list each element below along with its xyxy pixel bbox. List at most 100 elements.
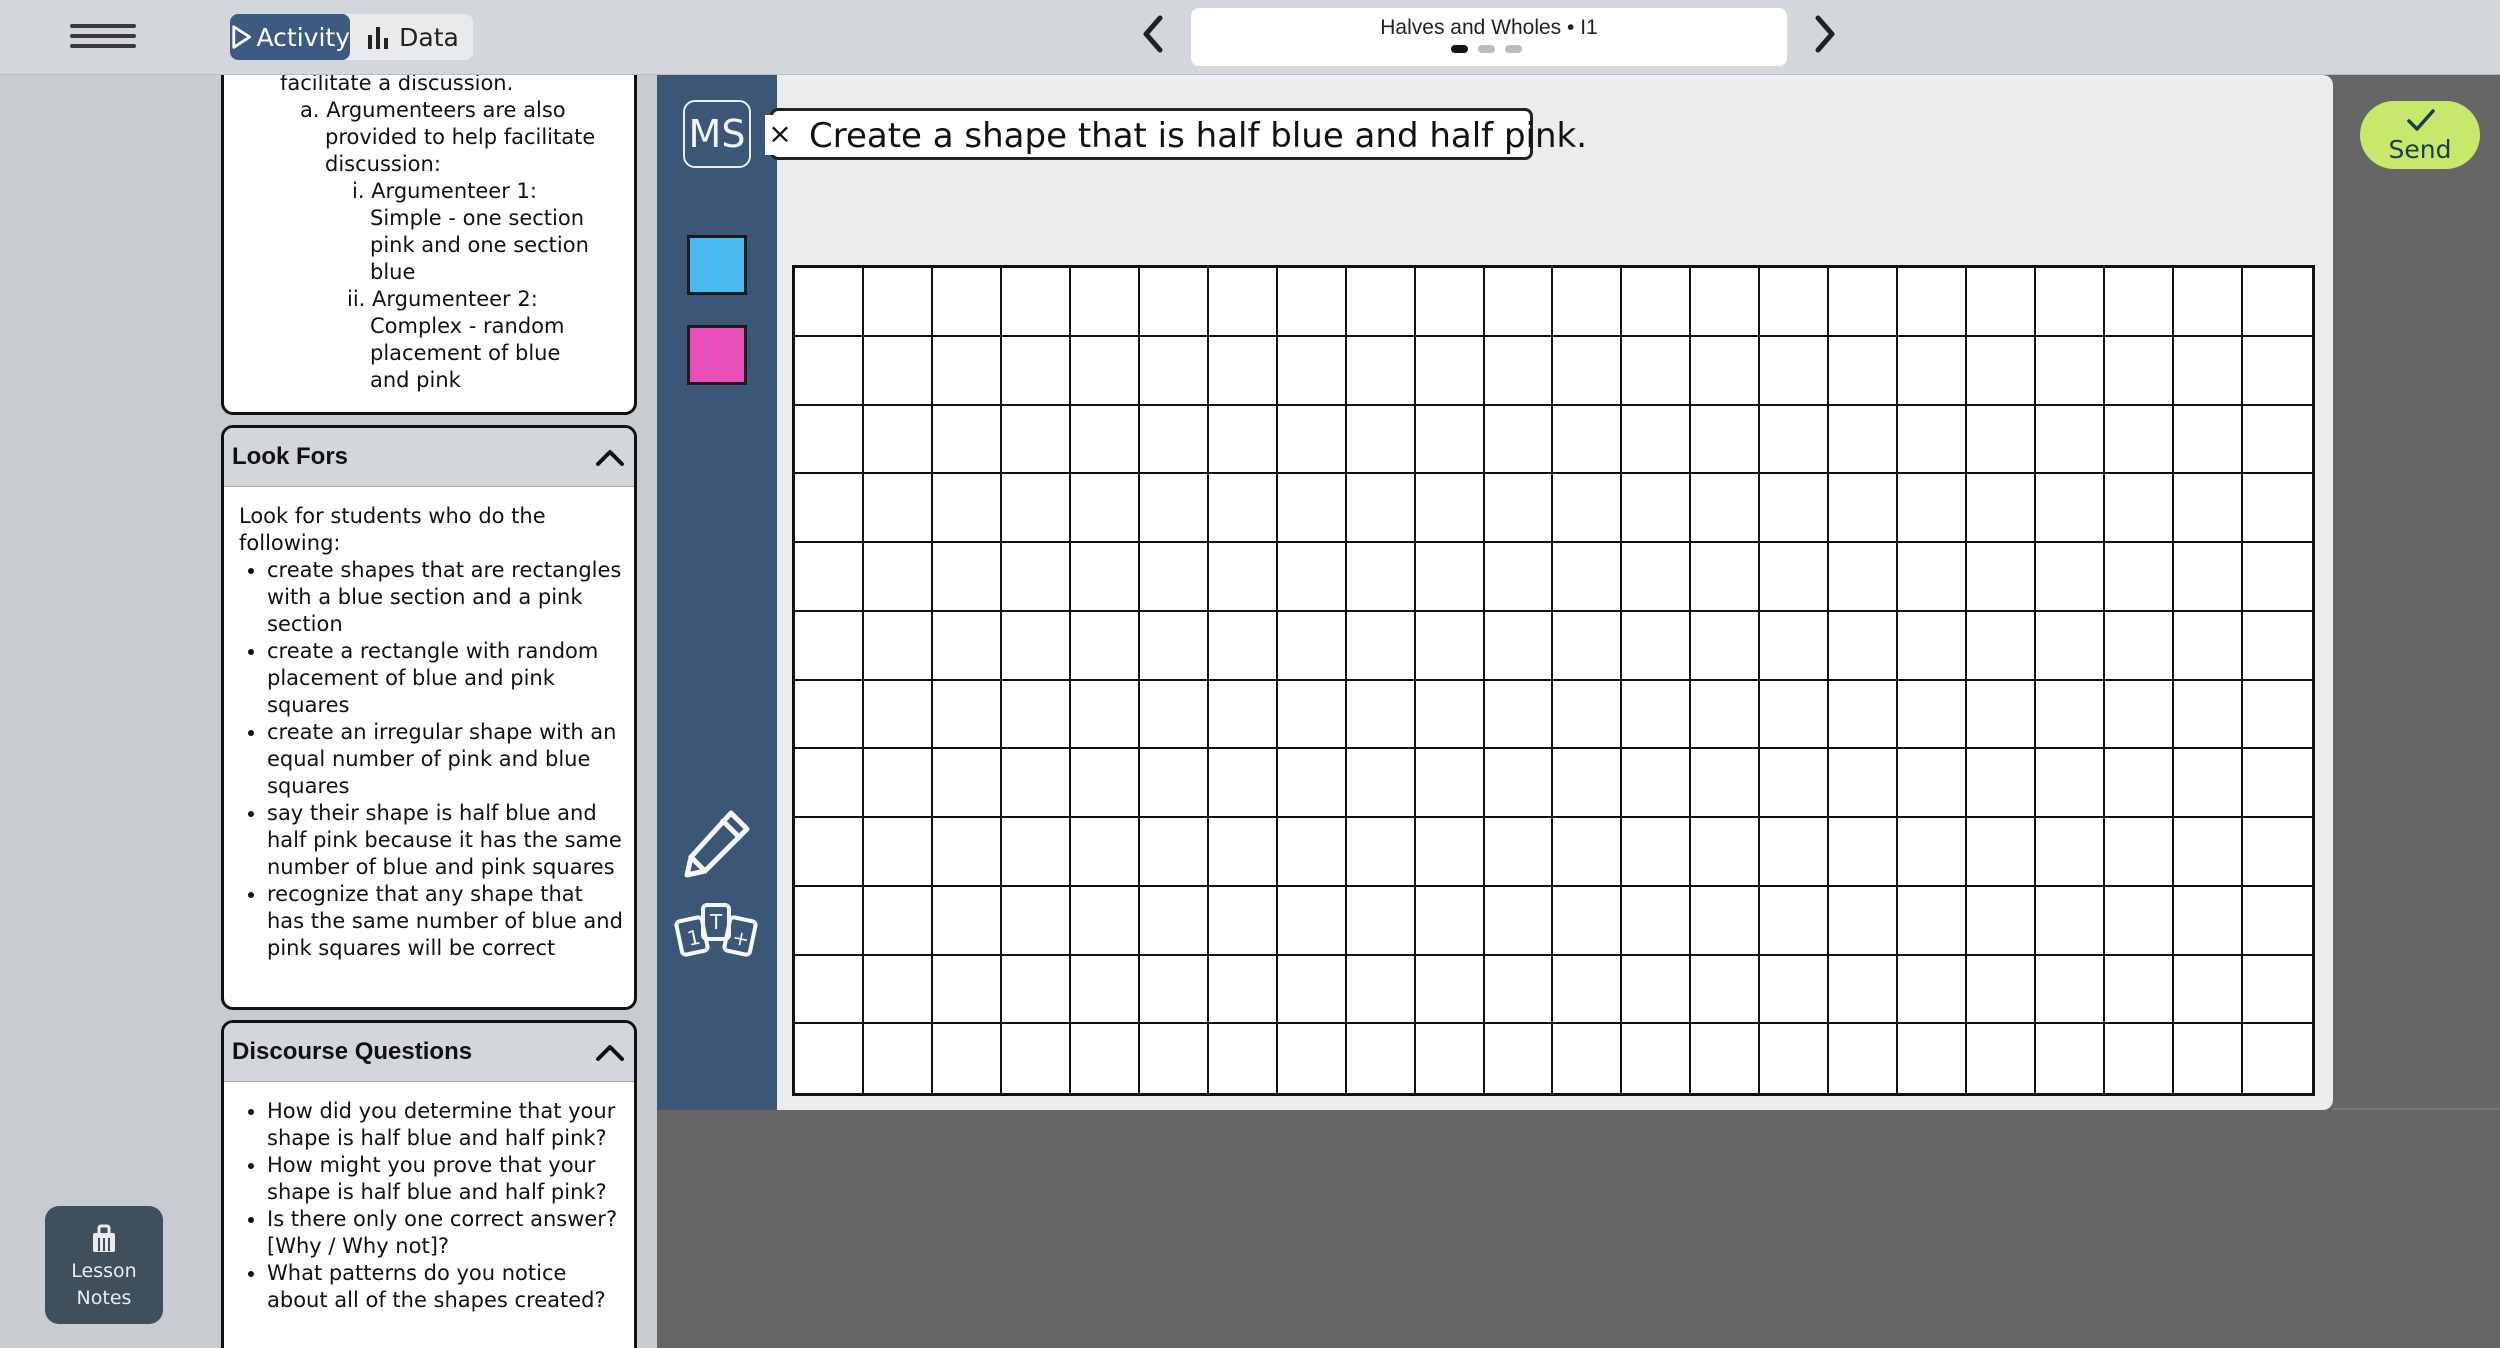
grid-cell[interactable]: [1001, 474, 1071, 543]
grid-cell[interactable]: [1070, 336, 1140, 406]
grid-cell[interactable]: [2243, 543, 2312, 612]
grid-cell[interactable]: [2174, 955, 2244, 1025]
grid-cell[interactable]: [1898, 474, 1968, 543]
grid-cell[interactable]: [1346, 886, 1416, 956]
grid-cell[interactable]: [1139, 268, 1209, 337]
grid-cell[interactable]: [1484, 336, 1554, 406]
grid-cell[interactable]: [1208, 680, 1278, 750]
grid-cell[interactable]: [1415, 886, 1485, 956]
grid-cell[interactable]: [1553, 1024, 1623, 1093]
grid-cell[interactable]: [2036, 336, 2106, 406]
pencil-icon[interactable]: [679, 805, 755, 881]
pager-dot[interactable]: [1478, 45, 1495, 53]
grid-cell[interactable]: [1829, 1024, 1899, 1093]
pager-dot[interactable]: [1451, 45, 1468, 53]
grid-cell[interactable]: [1070, 543, 1140, 612]
tab-data[interactable]: Data: [354, 14, 470, 60]
grid-cell[interactable]: [1760, 611, 1830, 681]
grid-cell[interactable]: [1898, 818, 1968, 887]
grid-cell[interactable]: [1415, 611, 1485, 681]
grid-cell[interactable]: [2243, 956, 2312, 1025]
grid-cell[interactable]: [1691, 268, 1761, 337]
grid-cell[interactable]: [795, 405, 864, 475]
grid-cell[interactable]: [2036, 543, 2106, 612]
grid-cell[interactable]: [1277, 749, 1347, 818]
grid-cell[interactable]: [1485, 1024, 1554, 1093]
grid-cell[interactable]: [2036, 955, 2106, 1025]
grid-cell[interactable]: [1070, 268, 1140, 337]
grid-cell[interactable]: [932, 680, 1002, 750]
grid-cell[interactable]: [1001, 955, 1071, 1025]
grid-cell[interactable]: [863, 749, 933, 818]
grid-cell[interactable]: [1347, 1024, 1416, 1093]
grid-cell[interactable]: [932, 749, 1002, 818]
grid-cell[interactable]: [1967, 1024, 2037, 1093]
grid-cell[interactable]: [1553, 818, 1623, 887]
grid-cell[interactable]: [1898, 886, 1968, 956]
grid-cell[interactable]: [795, 336, 864, 406]
grid-cell[interactable]: [1070, 749, 1140, 818]
grid-cell[interactable]: [1553, 886, 1623, 956]
grid-cell[interactable]: [932, 611, 1002, 681]
grid-cell[interactable]: [932, 336, 1002, 406]
grid-cell[interactable]: [2243, 337, 2312, 406]
grid-cell[interactable]: [2174, 1024, 2244, 1093]
grid-cell[interactable]: [1691, 1024, 1761, 1093]
grid-cell[interactable]: [2105, 474, 2175, 543]
grid-cell[interactable]: [2105, 749, 2175, 818]
grid-cell[interactable]: [1346, 543, 1416, 612]
grid-cell[interactable]: [2243, 612, 2312, 681]
grid-cell[interactable]: [1208, 336, 1278, 406]
grid-cell[interactable]: [1415, 336, 1485, 406]
grid-cell[interactable]: [864, 1024, 933, 1093]
grid-cell[interactable]: [1898, 1024, 1968, 1093]
grid-cell[interactable]: [2243, 749, 2312, 818]
grid-cell[interactable]: [2036, 749, 2106, 818]
blue-color-swatch[interactable]: [687, 235, 747, 295]
grid-cell[interactable]: [2105, 336, 2175, 406]
grid-cell[interactable]: [1967, 543, 2037, 612]
grid-cell[interactable]: [2243, 681, 2312, 750]
close-icon[interactable]: ×: [765, 115, 795, 155]
grid-cell[interactable]: [1415, 818, 1485, 887]
grid-cell[interactable]: [1898, 611, 1968, 681]
grid-cell[interactable]: [1001, 749, 1071, 818]
grid-cell[interactable]: [863, 405, 933, 475]
grid-cell[interactable]: [1484, 886, 1554, 956]
grid-cell[interactable]: [863, 336, 933, 406]
grid-cell[interactable]: [1691, 955, 1761, 1025]
grid-cell[interactable]: [1277, 955, 1347, 1025]
grid-cell[interactable]: [1760, 474, 1830, 543]
grid-cell[interactable]: [1760, 886, 1830, 956]
grid-cell[interactable]: [1622, 268, 1692, 337]
grid-cell[interactable]: [1484, 268, 1554, 337]
grid-cell[interactable]: [1691, 886, 1761, 956]
grid-cell[interactable]: [795, 955, 864, 1025]
grid-cell[interactable]: [1691, 543, 1761, 612]
grid-cell[interactable]: [1553, 405, 1623, 475]
chevron-up-icon[interactable]: [592, 1037, 628, 1067]
grid-cell[interactable]: [1760, 955, 1830, 1025]
lesson-notes-panel[interactable]: facilitate a discussion. a. Argumenteers…: [209, 75, 657, 1348]
grid-cell[interactable]: [1415, 405, 1485, 475]
grid-cell[interactable]: [1622, 405, 1692, 475]
grid-cell[interactable]: [1967, 680, 2037, 750]
grid-cell[interactable]: [1139, 543, 1209, 612]
grid-cell[interactable]: [1760, 680, 1830, 750]
grid-cell[interactable]: [1001, 818, 1071, 887]
grid-cell[interactable]: [1070, 886, 1140, 956]
chevron-up-icon[interactable]: [592, 442, 628, 472]
grid-cell[interactable]: [1691, 749, 1761, 818]
grid-cell[interactable]: [2105, 543, 2175, 612]
grid-cell[interactable]: [1760, 268, 1830, 337]
grid-cell[interactable]: [1346, 405, 1416, 475]
grid-cell[interactable]: [1001, 268, 1071, 337]
grid-cell[interactable]: [1346, 749, 1416, 818]
grid-cell[interactable]: [1622, 749, 1692, 818]
grid-cell[interactable]: [863, 474, 933, 543]
grid-cell[interactable]: [2036, 818, 2106, 887]
grid-cell[interactable]: [863, 611, 933, 681]
discourse-questions-header[interactable]: Discourse Questions: [224, 1023, 634, 1082]
grid-cell[interactable]: [1277, 818, 1347, 887]
grid-cell[interactable]: [1277, 543, 1347, 612]
